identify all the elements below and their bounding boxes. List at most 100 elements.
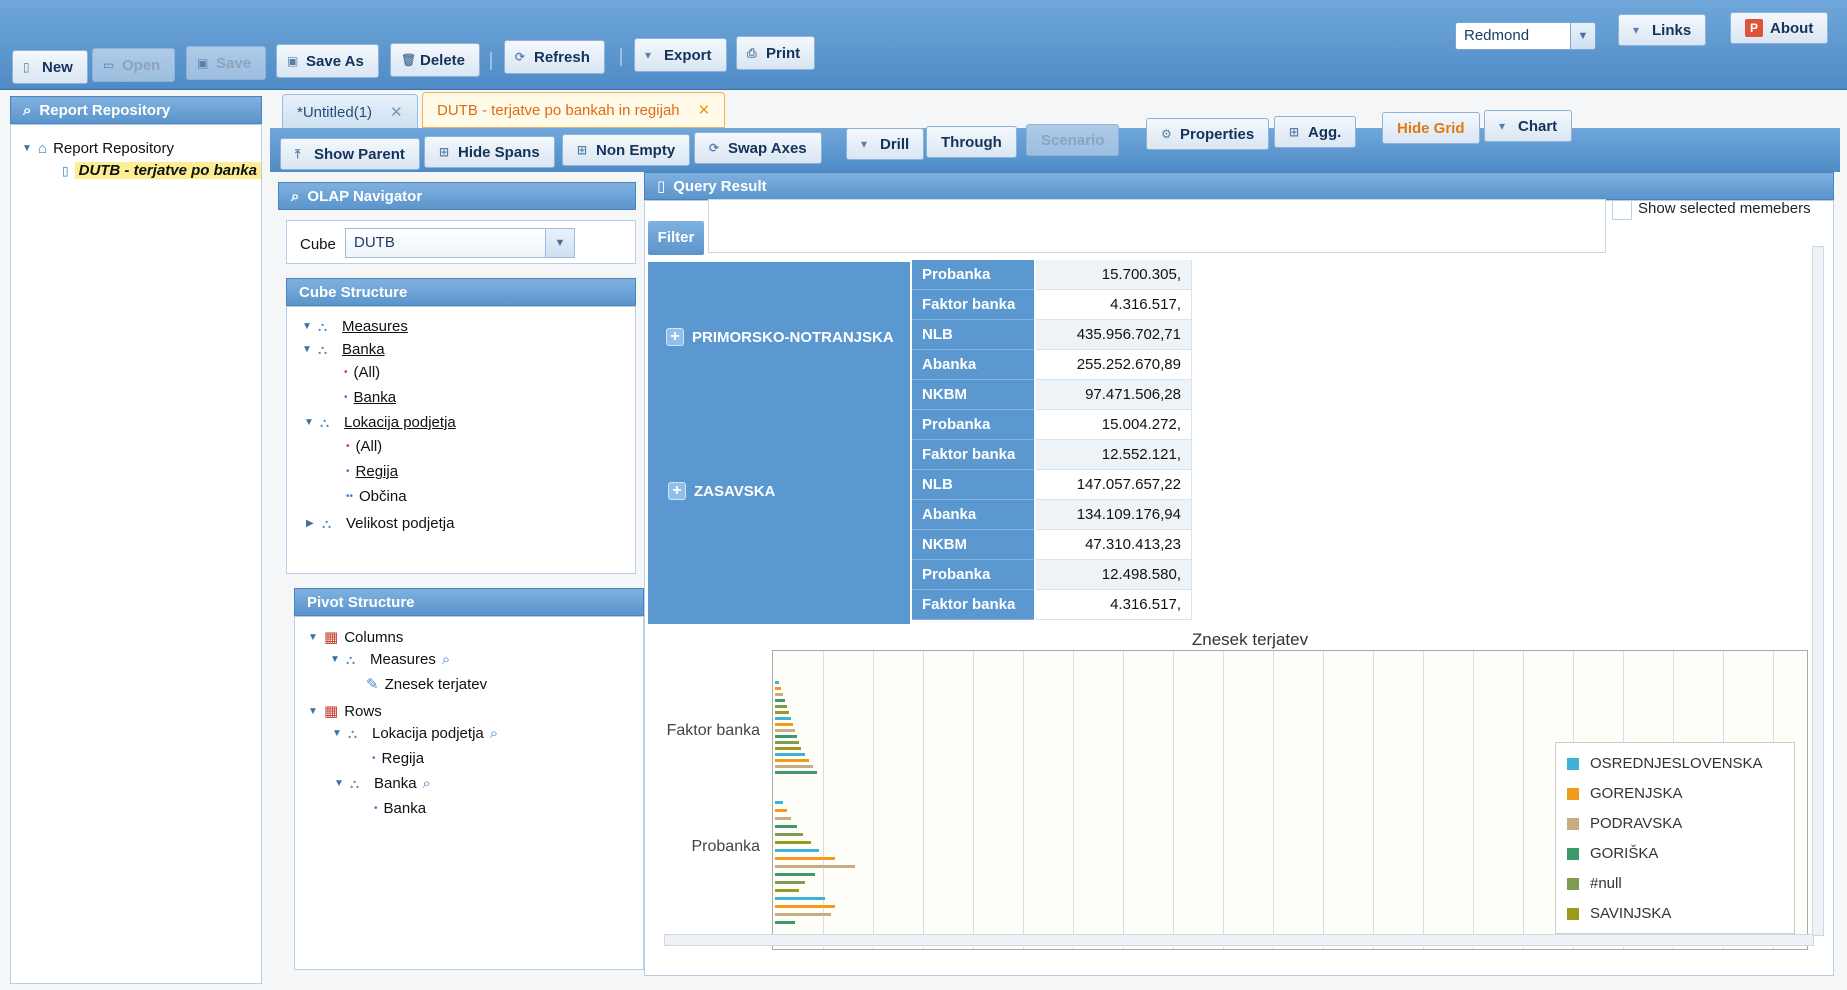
chart-bar[interactable] — [775, 723, 793, 726]
tree-node-measures[interactable]: ▼ ⛬ Measures — [302, 318, 408, 335]
chevron-down-icon[interactable]: ▼ — [1570, 22, 1596, 50]
chart-bar[interactable] — [775, 705, 787, 708]
grid-value-cell[interactable]: 134.109.176,94 — [1036, 500, 1192, 530]
chart-bar[interactable] — [775, 881, 805, 884]
repo-root-node[interactable]: ▼ ⌂ Report Repository — [22, 140, 174, 157]
tree-node-banka-level[interactable]: • Banka — [344, 389, 396, 406]
grid-value-cell[interactable]: 435.956.702,71 — [1036, 320, 1192, 350]
repo-report-item[interactable]: ▯ DUTB - terjatve po banka — [62, 162, 261, 179]
search-icon[interactable]: ⌕ — [442, 651, 450, 668]
chart-bar[interactable] — [775, 921, 795, 924]
chevron-down-icon[interactable]: ▼ — [302, 321, 312, 332]
chevron-down-icon[interactable]: ▼ — [304, 417, 314, 428]
tree-node-lokacija-all[interactable]: • (All) — [346, 438, 382, 455]
chart-bar[interactable] — [775, 897, 825, 900]
filter-area[interactable] — [708, 199, 1606, 253]
chart-bar[interactable] — [775, 771, 817, 774]
chart-bar[interactable] — [775, 687, 781, 690]
chart-button[interactable]: ▾ Chart — [1484, 110, 1573, 142]
show-parent-button[interactable]: ⤒ Show Parent — [280, 138, 420, 170]
chart-bar[interactable] — [775, 693, 783, 696]
close-icon[interactable]: ✕ — [698, 101, 711, 119]
chart-bar[interactable] — [775, 817, 791, 820]
filter-button[interactable]: Filter — [648, 221, 704, 255]
pivot-node-banka-level[interactable]: • Banka — [374, 800, 426, 817]
chart-bar[interactable] — [775, 833, 803, 836]
scenario-button[interactable]: Scenario — [1026, 124, 1120, 156]
chevron-down-icon[interactable]: ▼ — [332, 728, 342, 739]
through-button[interactable]: Through — [926, 126, 1017, 158]
chevron-down-icon[interactable]: ▼ — [545, 228, 575, 258]
hide-grid-button[interactable]: Hide Grid — [1382, 112, 1480, 144]
expand-plus-icon[interactable]: + — [666, 328, 684, 346]
expand-plus-icon[interactable]: + — [668, 482, 686, 500]
chart-bar[interactable] — [775, 759, 809, 762]
chart-bar[interactable] — [775, 801, 783, 804]
legend-item[interactable]: OSREDNJESLOVENSKA — [1566, 755, 1763, 772]
non-empty-button[interactable]: ⊞ Non Empty — [562, 134, 691, 166]
chart-bar[interactable] — [775, 825, 797, 828]
chevron-down-icon[interactable]: ▼ — [302, 344, 312, 355]
chart-bar[interactable] — [775, 699, 785, 702]
properties-button[interactable]: ⚙ Properties — [1146, 118, 1270, 150]
chart-bar[interactable] — [775, 809, 787, 812]
grid-value-cell[interactable]: 147.057.657,22 — [1036, 470, 1192, 500]
tab-dutb-report[interactable]: DUTB - terjatve po bankah in regijah ✕ — [422, 92, 726, 128]
print-button[interactable]: ⎙ Print — [736, 36, 816, 70]
chevron-down-icon[interactable]: ▼ — [334, 778, 344, 789]
legend-item[interactable]: GORIŠKA — [1566, 845, 1658, 862]
tree-node-obcina[interactable]: •• Občina — [346, 488, 407, 505]
vertical-scrollbar[interactable] — [1812, 246, 1824, 936]
save-button[interactable]: ▣ Save — [186, 46, 267, 80]
refresh-button[interactable]: ⟳ Refresh — [504, 40, 605, 74]
about-button[interactable]: P About — [1730, 12, 1829, 44]
tab-untitled[interactable]: *Untitled(1) ✕ — [282, 94, 418, 130]
new-button[interactable]: ▯ New — [12, 50, 88, 84]
tree-node-banka-all[interactable]: • (All) — [344, 364, 380, 381]
pivot-node-znesek[interactable]: ✎ Znesek terjatev — [366, 675, 487, 694]
tree-node-banka[interactable]: ▼ ⛬ Banka — [302, 341, 385, 358]
chart-bar[interactable] — [775, 873, 815, 876]
chevron-down-icon[interactable]: ▼ — [22, 143, 32, 154]
open-button[interactable]: ▭ Open — [92, 48, 176, 82]
agg-button[interactable]: ⊞ Agg. — [1274, 116, 1357, 148]
pivot-node-rows[interactable]: ▼ ▦ Rows — [308, 702, 382, 721]
chart-bar[interactable] — [775, 717, 791, 720]
chart-bar[interactable] — [775, 865, 855, 868]
chart-bar[interactable] — [775, 741, 799, 744]
grid-value-cell[interactable]: 15.700.305, — [1036, 260, 1192, 290]
chart-bar[interactable] — [775, 711, 789, 714]
chart-bar[interactable] — [775, 841, 811, 844]
chart-bar[interactable] — [775, 753, 805, 756]
drill-button[interactable]: ▾ Drill — [846, 128, 925, 160]
tree-node-lokacija[interactable]: ▼ ⛬ Lokacija podjetja — [304, 414, 456, 431]
grid-value-cell[interactable]: 12.552.121, — [1036, 440, 1192, 470]
pivot-node-banka[interactable]: ▼ ⛬ Banka ⌕ — [334, 775, 431, 792]
export-button[interactable]: ▾ Export — [634, 38, 727, 72]
chart-bar[interactable] — [775, 905, 835, 908]
chart-bar[interactable] — [775, 735, 797, 738]
legend-item[interactable]: SAVINJSKA — [1566, 905, 1671, 922]
links-button[interactable]: ▾ Links — [1618, 14, 1707, 46]
cube-select[interactable]: DUTB — [345, 228, 575, 258]
region-primorsko-notranjska[interactable]: + PRIMORSKO-NOTRANJSKA — [666, 328, 894, 346]
save-as-button[interactable]: ▣ Save As — [276, 44, 379, 78]
region-zasavska[interactable]: + ZASAVSKA — [668, 482, 775, 500]
chart-bar[interactable] — [775, 747, 801, 750]
grid-value-cell[interactable]: 4.316.517, — [1036, 290, 1192, 320]
chart-bar[interactable] — [775, 729, 795, 732]
grid-value-cell[interactable]: 15.004.272, — [1036, 410, 1192, 440]
chart-bar[interactable] — [775, 681, 779, 684]
chevron-right-icon[interactable]: ▶ — [306, 518, 316, 529]
delete-button[interactable]: 🗑 Delete — [390, 43, 481, 77]
legend-item[interactable]: #null — [1566, 875, 1622, 892]
swap-axes-button[interactable]: ⟳ Swap Axes — [694, 132, 822, 164]
search-icon[interactable]: ⌕ — [490, 725, 498, 742]
tree-node-regija[interactable]: • Regija — [346, 463, 398, 480]
grid-value-cell[interactable]: 12.498.580, — [1036, 560, 1192, 590]
pivot-node-regija[interactable]: • Regija — [372, 750, 424, 767]
horizontal-scrollbar[interactable] — [664, 934, 1814, 946]
grid-value-cell[interactable]: 97.471.506,28 — [1036, 380, 1192, 410]
chevron-down-icon[interactable]: ▼ — [308, 632, 318, 643]
chart-bar[interactable] — [775, 913, 831, 916]
